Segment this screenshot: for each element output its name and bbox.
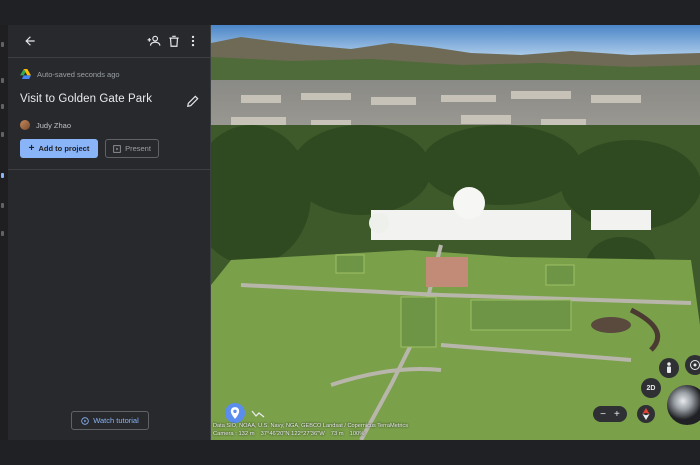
rail-item[interactable] <box>1 42 4 47</box>
street-view-button[interactable] <box>659 358 679 378</box>
flower-bed <box>426 257 468 287</box>
left-rail <box>0 25 8 440</box>
divider <box>8 169 211 170</box>
divider <box>8 57 211 58</box>
north-button[interactable] <box>637 405 655 423</box>
camera-info: Camera : 132 m 37°46'20"N 122°27'36"W 73… <box>213 431 364 437</box>
measure-line-icon <box>251 410 265 418</box>
more-options-button[interactable] <box>183 31 203 51</box>
share-button[interactable] <box>144 31 164 51</box>
author: Judy Zhao <box>20 120 71 130</box>
avatar <box>20 120 30 130</box>
project-title[interactable]: Visit to Golden Gate Park <box>20 93 152 105</box>
autosave-status: Auto-saved seconds ago <box>20 67 120 81</box>
zoom-out-button[interactable]: − <box>600 409 606 420</box>
rail-item[interactable] <box>1 132 4 137</box>
coordinates: 37°46'20"N 122°27'36"W <box>260 431 325 437</box>
back-button[interactable] <box>20 31 40 51</box>
toggle-2d-button[interactable]: 2D <box>641 378 661 398</box>
compass-icon <box>690 360 700 370</box>
map-attribution: Data SIO, NOAA, U.S. Navy, NGA, GEBCO La… <box>213 423 409 429</box>
zoom-in-button[interactable]: + <box>614 409 620 420</box>
pencil-icon <box>187 95 199 107</box>
rail-item[interactable] <box>1 231 4 236</box>
altitude: 73 m <box>330 431 344 437</box>
location-pin-icon <box>230 407 240 419</box>
zoom-controls: − + <box>593 406 627 422</box>
measure-button[interactable] <box>249 405 267 423</box>
garden-circle <box>591 317 631 333</box>
watch-tutorial-label: Watch tutorial <box>93 416 139 425</box>
edit-title-button[interactable] <box>183 91 203 111</box>
window-bottom-bar <box>0 440 700 465</box>
satellite-imagery[interactable] <box>211 25 700 440</box>
pegman-icon <box>667 362 671 373</box>
add-to-project-button[interactable]: + Add to project <box>20 139 98 158</box>
more-vert-icon <box>191 35 195 47</box>
trash-icon <box>169 35 179 47</box>
rail-item-active[interactable] <box>1 173 4 178</box>
north-arrow-icon <box>642 408 650 420</box>
map-view[interactable]: 2D − + Data SIO, NOAA, U.S. Navy, NGA, G… <box>211 25 700 440</box>
watch-tutorial-button[interactable]: Watch tutorial <box>71 411 149 430</box>
play-circle-icon <box>81 416 89 425</box>
present-button[interactable]: Present <box>105 139 159 158</box>
window-top-bar <box>0 0 700 25</box>
rail-item[interactable] <box>1 203 4 208</box>
camera-label: Camera : 132 m <box>213 431 255 437</box>
globe-minimap[interactable] <box>667 385 700 425</box>
zoom-level: 100% <box>349 431 365 437</box>
autosave-text: Auto-saved seconds ago <box>37 69 120 79</box>
drive-icon <box>20 69 31 79</box>
present-icon <box>113 144 121 153</box>
present-label: Present <box>125 144 151 153</box>
plus-icon: + <box>28 142 35 154</box>
orbit-button[interactable] <box>685 355 700 375</box>
delete-button[interactable] <box>164 31 184 51</box>
panel-toolbar <box>8 25 211 57</box>
project-panel: Auto-saved seconds ago Visit to Golden G… <box>8 25 211 440</box>
arrow-back-icon <box>25 36 35 46</box>
person-add-icon <box>147 35 161 46</box>
add-to-project-label: Add to project <box>38 144 90 153</box>
rail-item[interactable] <box>1 104 4 109</box>
layers-button[interactable] <box>225 403 245 423</box>
author-name: Judy Zhao <box>36 120 72 130</box>
rail-item[interactable] <box>1 78 4 83</box>
